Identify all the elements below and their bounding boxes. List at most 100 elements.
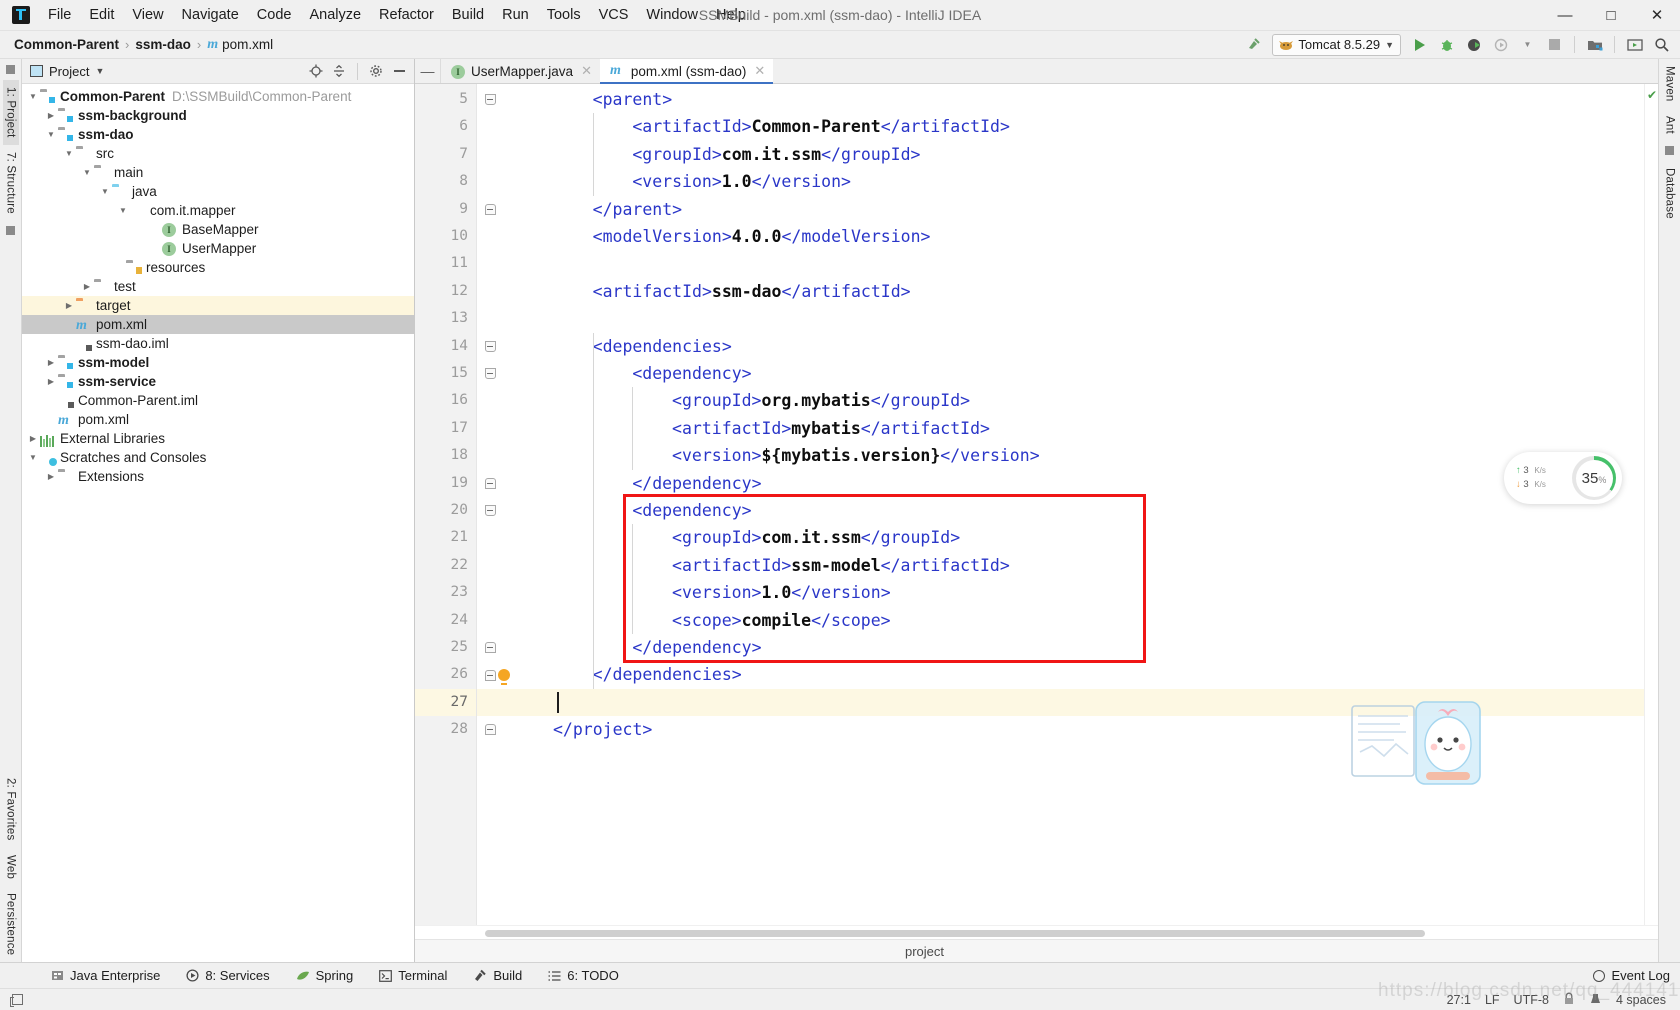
code-line[interactable]: </project> (553, 716, 652, 743)
expand-arrow-down-icon[interactable]: ▼ (116, 206, 130, 215)
intention-bulb-icon[interactable] (498, 669, 510, 686)
tree-item-resources[interactable]: resources (22, 258, 414, 277)
project-panel-title[interactable]: Project ▼ (30, 64, 104, 79)
code-fold-toggle-icon[interactable] (483, 497, 497, 524)
project-tree[interactable]: ▼ Common-Parent D:\SSMBuild\Common-Paren… (22, 84, 414, 962)
line-number[interactable]: 28 (451, 716, 468, 743)
expand-arrow-down-icon[interactable]: ▼ (26, 92, 40, 101)
code-fold-toggle-icon[interactable] (483, 86, 497, 113)
tree-item-pom-xml-root[interactable]: m pom.xml (22, 410, 414, 429)
line-number[interactable]: 23 (451, 579, 468, 606)
close-icon[interactable]: ✕ (754, 63, 765, 79)
line-number[interactable]: 15 (451, 360, 468, 387)
expand-arrow-right-icon[interactable]: ▶ (44, 111, 58, 120)
tool-window-services[interactable]: 8: Services (173, 968, 282, 983)
profiler-dropdown-icon[interactable]: ▼ (1515, 33, 1540, 56)
code-content[interactable]: <parent> <artifactId>Common-Parent</artif… (515, 84, 1644, 925)
line-number[interactable]: 22 (451, 552, 468, 579)
line-number[interactable]: 9 (459, 196, 468, 223)
rail-item-ant[interactable]: Ant (1662, 109, 1678, 141)
tree-item-external-libraries[interactable]: ▶ External Libraries (22, 429, 414, 448)
close-icon[interactable]: ✕ (581, 63, 592, 79)
close-button[interactable]: ✕ (1634, 0, 1680, 31)
expand-arrow-right-icon[interactable]: ▶ (26, 434, 40, 443)
file-encoding[interactable]: UTF-8 (1514, 993, 1549, 1007)
code-fold-toggle-icon[interactable] (483, 634, 497, 661)
code-fold-toggle-icon[interactable] (483, 333, 497, 360)
code-line[interactable]: <artifactId>mybatis</artifactId> (672, 415, 990, 442)
editor-breadcrumb[interactable]: project (415, 939, 1658, 962)
menu-code[interactable]: Code (248, 4, 301, 26)
rail-item-maven[interactable]: Maven (1662, 59, 1678, 109)
menu-tools[interactable]: Tools (538, 4, 590, 26)
locate-icon[interactable] (306, 61, 326, 81)
inspection-icon[interactable] (1589, 992, 1602, 1008)
tree-item-common-parent[interactable]: ▼ Common-Parent D:\SSMBuild\Common-Paren… (22, 87, 414, 106)
menu-file[interactable]: File (39, 4, 80, 26)
code-line[interactable]: </dependency> (632, 634, 761, 661)
code-line[interactable]: <artifactId>Common-Parent</artifactId> (632, 113, 1010, 140)
tool-window-terminal[interactable]: Terminal (366, 968, 460, 983)
line-number[interactable]: 8 (459, 168, 468, 195)
line-number[interactable]: 18 (451, 442, 468, 469)
run-with-coverage-icon[interactable] (1461, 33, 1486, 56)
collapse-all-icon[interactable] (329, 61, 349, 81)
code-fold-toggle-icon[interactable] (483, 716, 497, 743)
line-number[interactable]: 5 (459, 86, 468, 113)
line-number[interactable]: 14 (451, 333, 468, 360)
expand-arrow-down-icon[interactable]: ▼ (44, 130, 58, 139)
code-line[interactable]: <dependencies> (593, 333, 732, 360)
project-structure-icon[interactable] (1582, 33, 1607, 56)
code-line[interactable]: <version>${mybatis.version}</version> (672, 442, 1040, 469)
tool-window-todo[interactable]: 6: TODO (535, 968, 632, 983)
tree-item-scratches[interactable]: ▼ Scratches and Consoles (22, 448, 414, 467)
expand-arrow-right-icon[interactable]: ▶ (62, 301, 76, 310)
hide-panel-icon[interactable] (389, 61, 409, 81)
tree-item-ssm-dao-iml[interactable]: ssm-dao.iml (22, 334, 414, 353)
tool-window-build[interactable]: Build (460, 968, 535, 983)
settings-gear-icon[interactable] (366, 61, 386, 81)
code-line[interactable]: <artifactId>ssm-model</artifactId> (672, 552, 1010, 579)
lock-icon[interactable] (1563, 992, 1575, 1008)
menu-analyze[interactable]: Analyze (300, 4, 370, 26)
fold-gutter[interactable] (477, 84, 515, 925)
code-line[interactable]: <version>1.0</version> (632, 168, 851, 195)
code-fold-toggle-icon[interactable] (483, 661, 497, 688)
breadcrumb-pom-xml[interactable]: m pom.xml (207, 37, 273, 53)
hide-tabs-icon[interactable]: — (415, 59, 441, 83)
build-hammer-icon[interactable] (1241, 33, 1266, 56)
tree-item-ssm-service[interactable]: ▶ ssm-service (22, 372, 414, 391)
menu-view[interactable]: View (123, 4, 172, 26)
rail-item-favorites[interactable]: 2: Favorites (3, 771, 19, 847)
rail-item-web[interactable]: Web (3, 848, 19, 886)
debug-icon[interactable] (1434, 33, 1459, 56)
tree-item-extensions[interactable]: ▶ Extensions (22, 467, 414, 486)
line-number[interactable]: 13 (451, 305, 468, 332)
code-line[interactable]: <groupId>com.it.ssm</groupId> (632, 141, 920, 168)
tool-window-java-enterprise[interactable]: Java Enterprise (38, 968, 173, 983)
breadcrumb-common-parent[interactable]: Common-Parent (14, 37, 119, 52)
menu-edit[interactable]: Edit (80, 4, 123, 26)
expand-arrow-right-icon[interactable]: ▶ (80, 282, 94, 291)
menu-refactor[interactable]: Refactor (370, 4, 443, 26)
code-fold-toggle-icon[interactable] (483, 470, 497, 497)
run-configuration-selector[interactable]: Tomcat 8.5.29 ▼ (1272, 33, 1401, 56)
rail-item-persistence[interactable]: Persistence (3, 886, 19, 962)
expand-arrow-right-icon[interactable]: ▶ (44, 377, 58, 386)
code-line[interactable]: <artifactId>ssm-dao</artifactId> (593, 278, 911, 305)
caret-position[interactable]: 27:1 (1447, 993, 1471, 1007)
editor-tab-pom-xml[interactable]: m pom.xml (ssm-dao) ✕ (599, 59, 774, 84)
tree-item-ssm-model[interactable]: ▶ ssm-model (22, 353, 414, 372)
stop-icon[interactable] (1542, 33, 1567, 56)
code-fold-toggle-icon[interactable] (483, 360, 497, 387)
rail-item-database[interactable]: Database (1662, 161, 1678, 226)
expand-arrow-down-icon[interactable]: ▼ (80, 168, 94, 177)
indent-setting[interactable]: 4 spaces (1616, 993, 1666, 1007)
expand-arrow-right-icon[interactable]: ▶ (44, 358, 58, 367)
tree-item-common-parent-iml[interactable]: Common-Parent.iml (22, 391, 414, 410)
rail-item-structure[interactable]: 7: Structure (3, 145, 19, 221)
menu-help[interactable]: Help (707, 4, 755, 26)
minimize-button[interactable]: — (1542, 0, 1588, 31)
event-log-button[interactable]: Event Log (1593, 968, 1670, 983)
tree-item-ssm-dao[interactable]: ▼ ssm-dao (22, 125, 414, 144)
